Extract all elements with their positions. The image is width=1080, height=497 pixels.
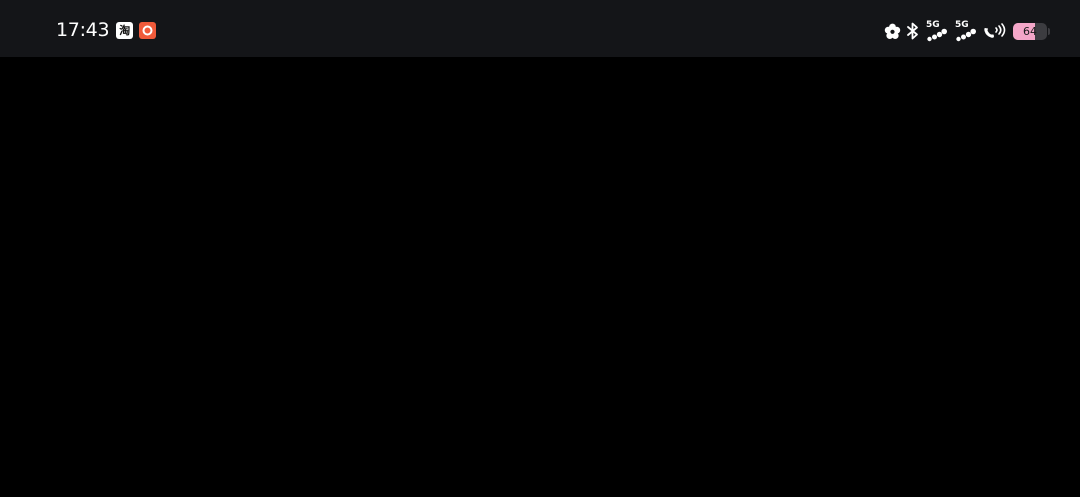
battery-indicator: 64 xyxy=(1013,22,1047,40)
cellular-signal-icon xyxy=(956,28,976,42)
wifi-calling-icon xyxy=(983,22,1007,40)
sim1-signal: 5G xyxy=(925,18,949,44)
sim2-signal: 5G xyxy=(954,18,978,44)
status-bar-right: 5G 5G 64 xyxy=(879,18,1050,44)
status-bar: 17:43 淘 5G 5G 64 xyxy=(0,0,1080,57)
battery-percentage: 64 xyxy=(1023,24,1037,38)
battery-tip xyxy=(1048,27,1050,35)
flower-icon xyxy=(884,23,901,40)
cellular-signal-icon xyxy=(927,28,947,42)
app-content-area xyxy=(0,57,1080,497)
bluetooth-icon xyxy=(906,22,920,40)
taobao-app-icon: 淘 xyxy=(116,21,134,39)
status-bar-left: 17:43 淘 xyxy=(56,18,162,42)
clock: 17:43 xyxy=(56,19,110,41)
phone-screen: 17:43 淘 5G 5G 64 xyxy=(0,0,1080,497)
screen-record-icon xyxy=(139,21,157,39)
